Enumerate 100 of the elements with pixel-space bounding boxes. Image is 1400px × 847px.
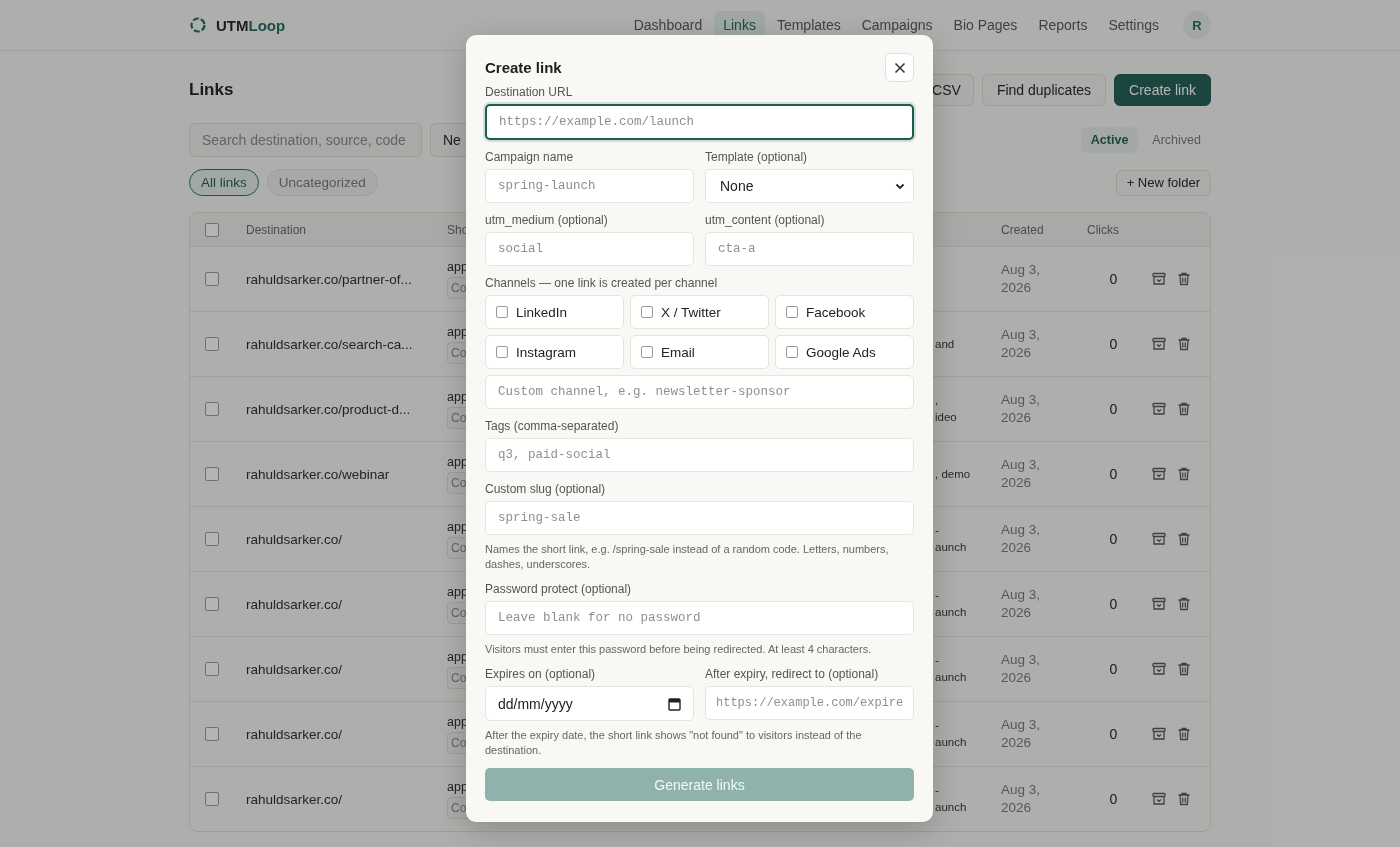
nav-link[interactable]: Dashboard [624,11,712,39]
archive-icon[interactable] [1151,791,1167,807]
trash-icon[interactable] [1176,596,1192,612]
click-count: 0 [1108,271,1119,287]
text-input[interactable]: https://example.com/launch [485,104,914,140]
archive-icon[interactable] [1151,596,1167,612]
checkbox[interactable] [496,306,508,318]
trash-icon[interactable] [1176,661,1192,677]
logo-text: UTMLoop [216,16,286,34]
channel-option[interactable]: X / Twitter [630,295,769,329]
click-count: 0 [1108,661,1119,677]
archive-icon[interactable] [1151,466,1167,482]
toolbar-button[interactable]: Find duplicates [981,74,1107,106]
field-label: Channels — one link is created per channel [485,276,719,290]
tag-text: ideo [935,410,958,425]
row-checkbox[interactable] [205,662,219,676]
created-date: Aug 3, 2026 [1001,781,1042,817]
created-date: Aug 3, 2026 [1001,326,1042,362]
row-checkbox[interactable] [205,402,219,416]
nav-link[interactable]: Reports [1029,11,1097,39]
channel-option[interactable]: Email [630,335,769,369]
select-all-checkbox[interactable] [205,222,219,237]
checkbox[interactable] [641,306,653,318]
view-tab[interactable]: Active [1080,127,1139,153]
row-checkbox[interactable] [205,727,219,741]
trash-icon[interactable] [1176,791,1192,807]
search-field[interactable]: Search destination, source, code [189,123,422,157]
channel-option[interactable]: Google Ads [775,335,914,369]
destination-text: rahuldsarker.co/webinar [246,466,391,482]
tag-text: aunch [935,670,968,685]
trash-icon[interactable] [1176,401,1192,417]
chevron-icon [895,181,905,191]
archive-icon[interactable] [1151,271,1167,287]
archive-icon[interactable] [1151,401,1167,417]
row-checkbox[interactable] [205,337,219,351]
checkbox[interactable] [786,306,798,318]
field-label: Campaign name [485,150,575,164]
field-label: After expiry, redirect to (optional) [705,667,880,681]
nav-link[interactable]: Templates [767,11,850,39]
channel-option[interactable]: Facebook [775,295,914,329]
nav-link[interactable]: Bio Pages [944,11,1027,39]
trash-icon[interactable] [1176,466,1192,482]
page-title: Links [189,80,234,100]
nav-link[interactable]: Settings [1099,11,1168,39]
field-label: Expires on (optional) [485,667,597,681]
tag-text: , [935,393,940,408]
logo-icon [189,16,207,34]
trash-icon[interactable] [1176,336,1192,352]
help-text: After the expiry date, the short link shows "not found" to visitors instead of the destination. [485,728,863,758]
archive-icon[interactable] [1151,336,1167,352]
click-count: 0 [1108,466,1119,482]
tag-text: aunch [935,800,968,815]
row-checkbox[interactable] [205,272,219,286]
created-date: Aug 3, 2026 [1001,586,1042,622]
field-label: utm_content (optional) [705,213,826,227]
click-count: 0 [1108,726,1119,742]
checkbox[interactable] [496,346,508,358]
checkbox[interactable] [786,346,798,358]
trash-icon[interactable] [1176,531,1192,547]
archive-icon[interactable] [1151,531,1167,547]
destination-text: rahuldsarker.co/product-d... [246,401,412,417]
trash-icon[interactable] [1176,726,1192,742]
tag-text: , demo [935,466,972,482]
row-checkbox[interactable] [205,597,219,611]
tag-text: aunch [935,540,968,555]
tag-text: aunch [935,605,968,620]
channel-option[interactable]: LinkedIn [485,295,624,329]
select-field[interactable]: None [705,169,914,203]
click-count: 0 [1108,401,1119,417]
close-button[interactable] [885,53,914,82]
created-date: Aug 3, 2026 [1001,456,1042,492]
checkbox[interactable] [641,346,653,358]
field-label: Custom slug (optional) [485,482,607,496]
close-icon [893,61,906,74]
archive-icon[interactable] [1151,661,1167,677]
trash-icon[interactable] [1176,271,1192,287]
archive-icon[interactable] [1151,726,1167,742]
row-checkbox[interactable] [205,532,219,546]
channel-option[interactable]: Instagram [485,335,624,369]
create-button[interactable]: Create link [1114,74,1211,106]
field-label: Destination URL [485,85,574,99]
folder-chip[interactable]: Uncategorized [266,169,378,196]
click-count: 0 [1108,791,1119,807]
date-field[interactable]: dd/mm/yyyy [485,686,694,721]
destination-text: rahuldsarker.co/ [246,791,344,807]
new-folder-button[interactable]: + New folder [1115,169,1211,196]
destination-text: rahuldsarker.co/ [246,726,344,742]
created-date: Aug 3, 2026 [1001,716,1042,752]
field-label: Password protect (optional) [485,582,633,596]
tag-text: - [935,588,940,603]
folder-chip[interactable]: All links [189,169,259,196]
avatar[interactable]: R [1183,11,1211,39]
click-count: 0 [1108,596,1119,612]
row-checkbox[interactable] [205,792,219,806]
help-text: Visitors must enter this password before being redirected. At least 4 characters. [485,642,873,657]
view-tab[interactable]: Archived [1142,127,1211,153]
nav-link[interactable]: Campaigns [852,11,942,39]
column-header: Created [1001,222,1045,237]
row-checkbox[interactable] [205,467,219,481]
created-date: Aug 3, 2026 [1001,651,1042,687]
